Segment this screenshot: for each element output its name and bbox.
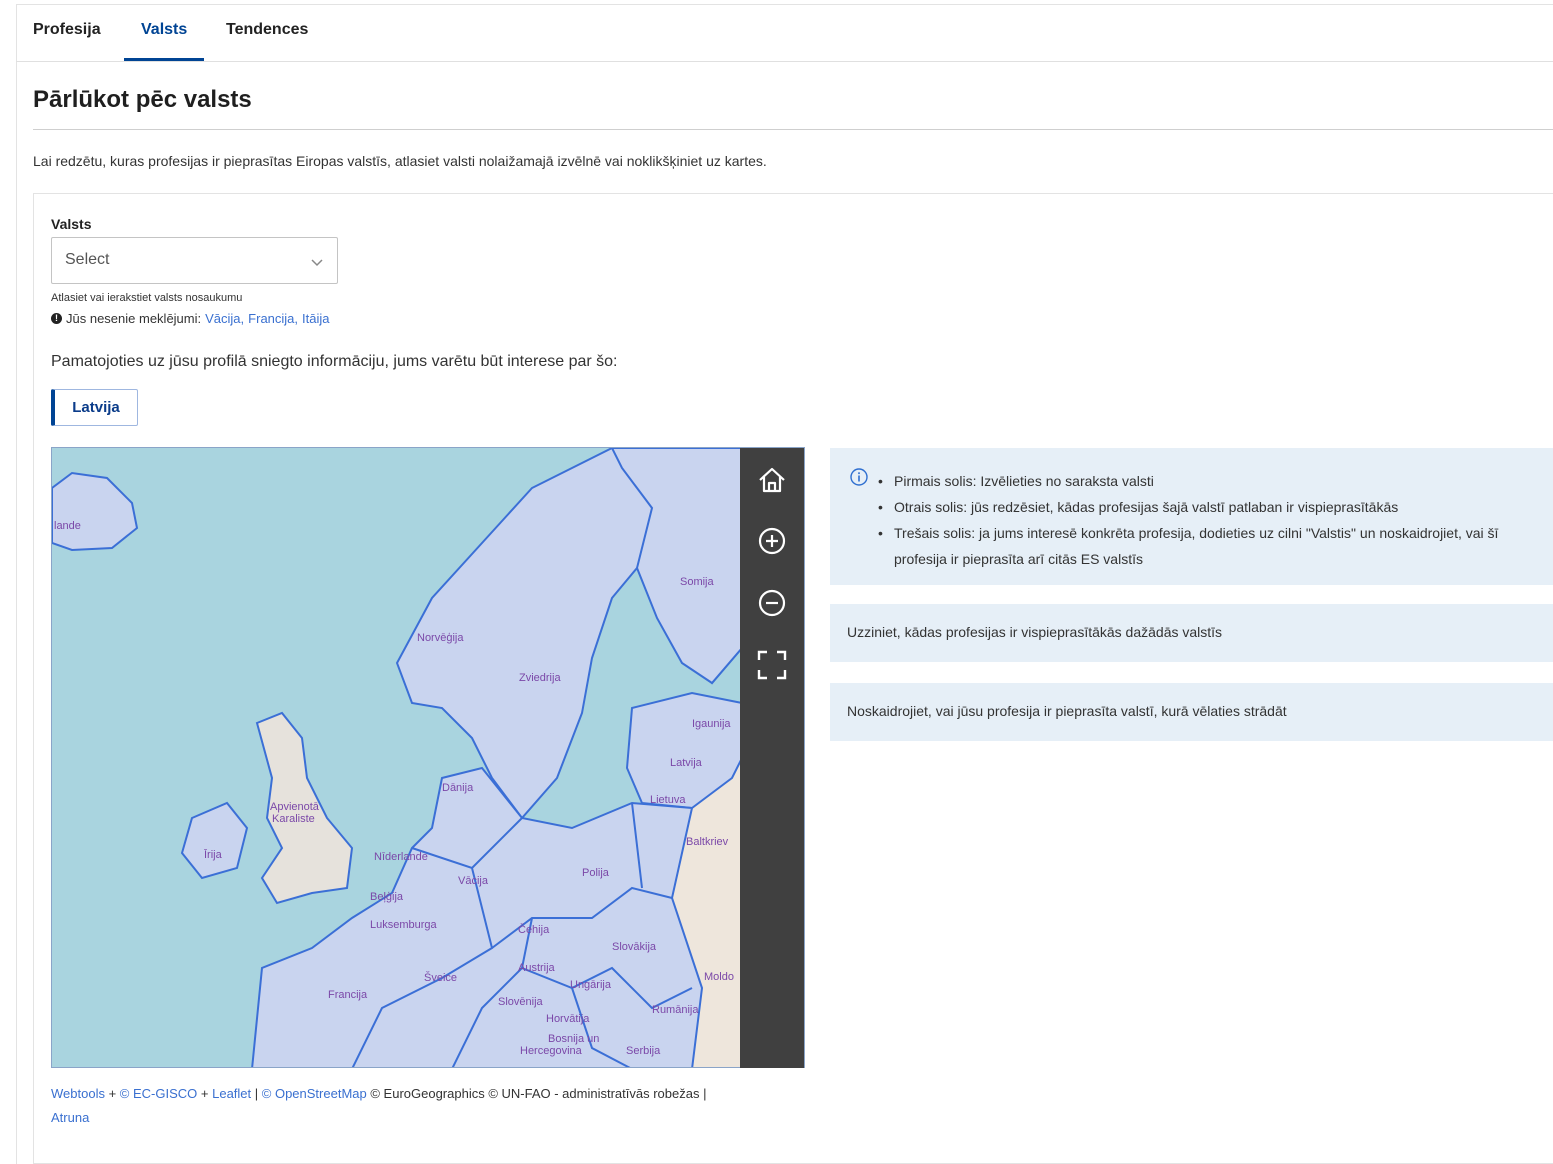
leaflet-link[interactable]: Leaflet	[212, 1086, 251, 1101]
map-label-estonia: Igaunija	[692, 718, 731, 730]
recent-searches-label: Jūs nesenie meklējumi:	[66, 311, 202, 326]
map-label-germany: Vācija	[458, 875, 489, 887]
info-icon: !	[51, 313, 62, 324]
suggested-country-chip[interactable]: Latvija	[51, 389, 138, 426]
map-label-sweden: Zviedrija	[519, 672, 561, 684]
map-label-moldova: Moldo	[704, 971, 734, 983]
tab-bar: Profesija Valsts Tendences	[16, 4, 1553, 62]
map-label-lithuania: Lietuva	[650, 794, 686, 806]
zoom-in-icon[interactable]	[752, 521, 792, 561]
intro-text: Lai redzētu, kuras profesijas ir piepras…	[33, 153, 767, 169]
separator: +	[104, 1086, 120, 1101]
map-label-bosnia-2: Hercegovina	[520, 1045, 583, 1057]
map-label-uk-2: Karaliste	[272, 813, 315, 825]
fullscreen-icon[interactable]	[752, 645, 792, 685]
attribution-text: © EuroGeographics © UN-FAO - administrat…	[366, 1086, 707, 1101]
map-label-bosnia-1: Bosnija un	[548, 1033, 599, 1045]
tab-profesija[interactable]: Profesija	[33, 4, 101, 61]
map-attribution: Webtools + © EC-GISCO + Leaflet | © Open…	[51, 1082, 811, 1130]
map-label-hungary: Ungārija	[570, 979, 612, 991]
disclaimer-link[interactable]: Atruna	[51, 1110, 89, 1125]
recent-search-link[interactable]: Francija	[248, 311, 294, 326]
home-icon[interactable]	[752, 460, 792, 500]
country-select-placeholder: Select	[65, 251, 110, 268]
page-title: Pārlūkot pēc valsts	[33, 86, 252, 113]
gisco-link[interactable]: © EC-GISCO	[120, 1086, 197, 1101]
map-label-norway: Norvēģija	[417, 631, 464, 644]
steps-list: Pirmais solis: Izvēlieties no saraksta v…	[874, 468, 1534, 572]
map-label-latvia: Latvija	[670, 757, 703, 769]
info-box-text: Noskaidrojiet, vai jūsu profesija ir pie…	[847, 703, 1287, 719]
map-label-belarus: Baltkriev	[686, 836, 729, 848]
map-label-romania: Rumānija	[652, 1004, 699, 1016]
map-canvas[interactable]: lande Somija Norvēģija Zviedrija Igaunij…	[52, 448, 805, 1068]
zoom-out-icon[interactable]	[752, 583, 792, 623]
recent-search-link[interactable]: Itāija	[302, 311, 329, 326]
map-label-belgium: Beļģija	[370, 890, 404, 903]
map-label-france: Francija	[328, 989, 368, 1001]
map-label-slovenia: Slovēnija	[498, 996, 544, 1008]
tab-tendences[interactable]: Tendences	[226, 4, 308, 61]
map-label-netherlands: Nīderlande	[374, 851, 428, 863]
map-label-slovakia: Slovākija	[612, 941, 657, 953]
map-label-uk-1: Apvienotā	[270, 801, 320, 813]
map-label-switzerland: Šveice	[424, 971, 457, 984]
country-select[interactable]: Select	[51, 237, 338, 284]
country-field-label: Valsts	[51, 216, 92, 232]
europe-map[interactable]: lande Somija Norvēģija Zviedrija Igaunij…	[51, 447, 805, 1068]
map-label-denmark: Dānija	[442, 782, 474, 794]
map-label-serbia: Serbija	[626, 1045, 661, 1057]
separator: |	[251, 1086, 262, 1101]
map-label-poland: Polija	[582, 867, 610, 879]
recent-search-link[interactable]: Vācija	[205, 311, 240, 326]
info-circle-icon	[850, 468, 868, 486]
steps-box: Pirmais solis: Izvēlieties no saraksta v…	[830, 448, 1553, 585]
map-label-finland: Somija	[680, 576, 715, 588]
map-label-iceland: lande	[54, 520, 81, 532]
map-label-austria: Austrija	[518, 962, 556, 974]
map-label-luxembourg: Luksemburga	[370, 919, 438, 931]
tab-valsts[interactable]: Valsts	[124, 4, 205, 61]
map-label-croatia: Horvātija	[546, 1013, 590, 1025]
info-box-text: Uzziniet, kādas profesijas ir vispiepras…	[847, 624, 1223, 640]
openstreetmap-link[interactable]: © OpenStreetMap	[262, 1086, 367, 1101]
country-help-text: Atlasiet vai ierakstiet valsts nosaukumu	[51, 292, 243, 304]
step-item: Trešais solis: ja jums interesē konkrēta…	[874, 520, 1534, 572]
step-item: Otrais solis: jūs redzēsiet, kādas profe…	[874, 494, 1534, 520]
separator: +	[197, 1086, 213, 1101]
separator: ,	[294, 311, 299, 326]
info-box-top-professions[interactable]: Uzziniet, kādas profesijas ir vispiepras…	[830, 604, 1553, 662]
title-divider	[33, 129, 1553, 130]
suggestion-text: Pamatojoties uz jūsu profilā sniegto inf…	[51, 353, 618, 370]
map-label-czechia: Čehija	[518, 923, 550, 936]
map-label-ireland: Īrija	[204, 849, 223, 861]
separator: ,	[240, 311, 245, 326]
info-box-check-profession[interactable]: Noskaidrojiet, vai jūsu profesija ir pie…	[830, 683, 1553, 741]
step-item: Pirmais solis: Izvēlieties no saraksta v…	[874, 468, 1534, 494]
recent-searches: ! Jūs nesenie meklējumi: Vācija, Francij…	[51, 311, 330, 326]
chevron-down-icon	[311, 259, 323, 267]
webtools-link[interactable]: Webtools	[51, 1086, 105, 1101]
map-toolbar	[740, 448, 804, 1068]
